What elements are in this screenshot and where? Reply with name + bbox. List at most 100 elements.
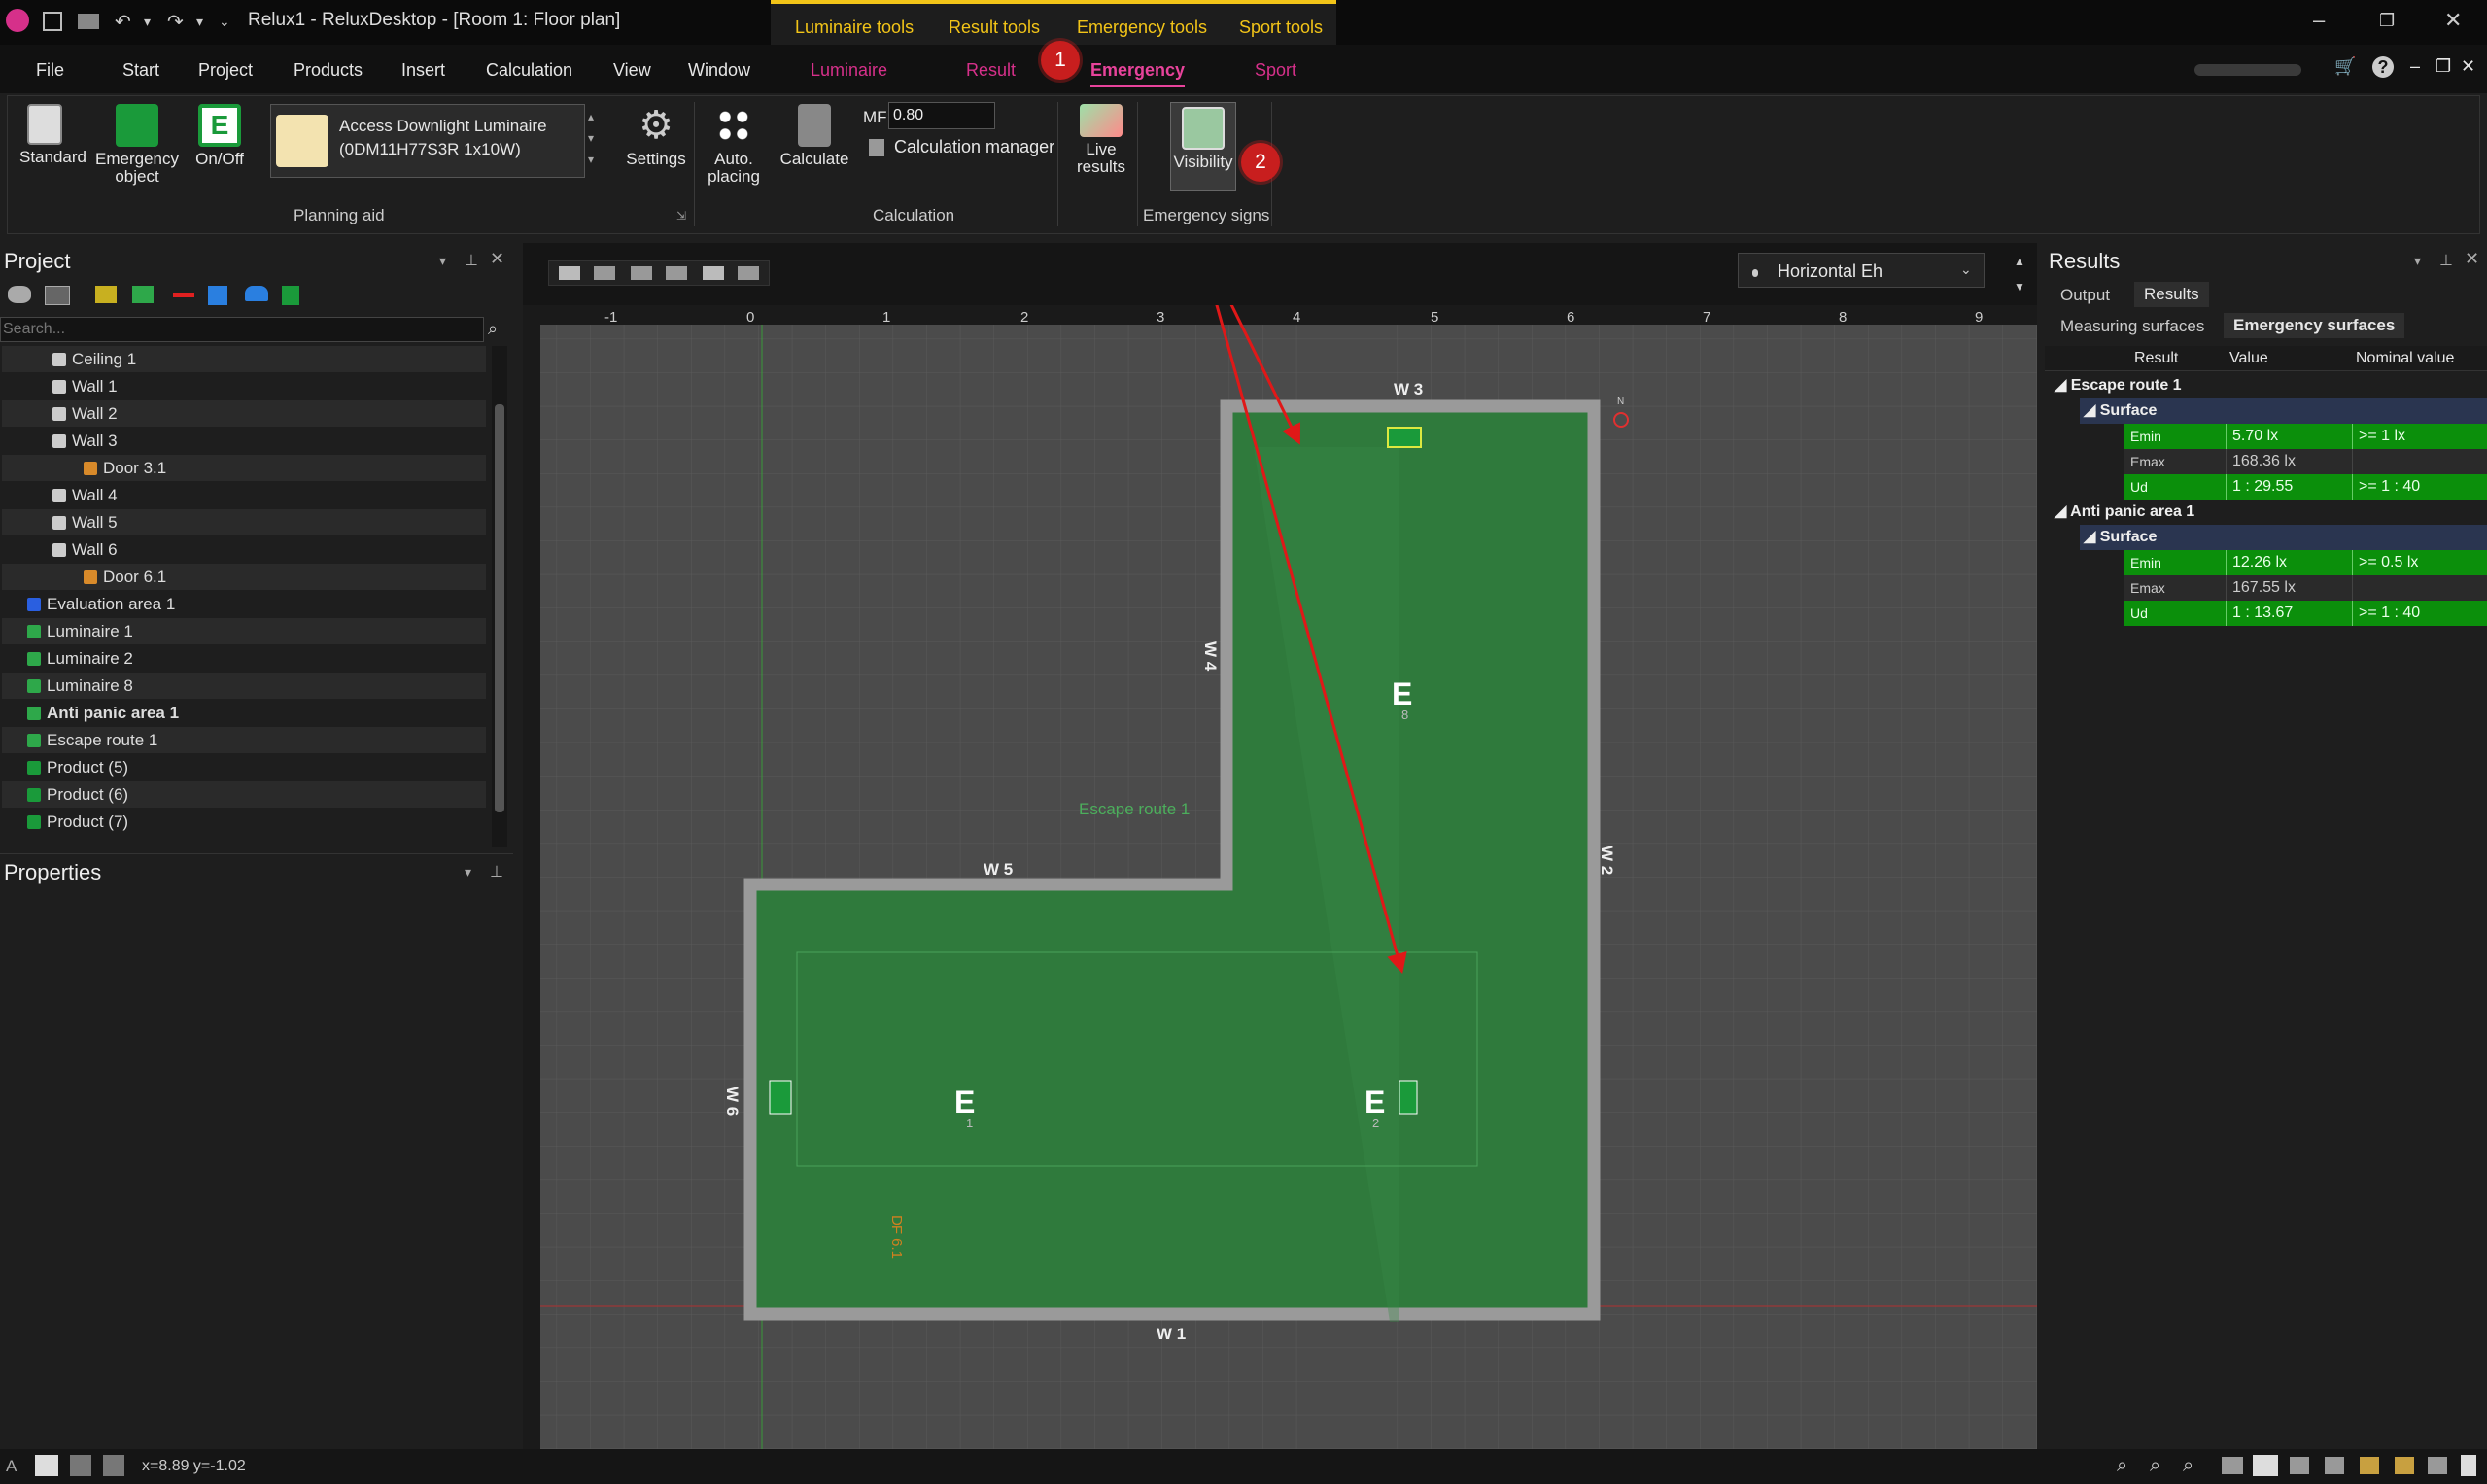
visibility-button[interactable]: Visibility xyxy=(1170,102,1236,191)
tree-item[interactable]: Wall 6 xyxy=(2,536,486,563)
close-panel-icon[interactable]: ✕ xyxy=(2465,249,2479,269)
hatch2-view-icon[interactable] xyxy=(631,266,652,280)
menu-calculation[interactable]: Calculation xyxy=(486,60,572,81)
zoom-out-icon[interactable]: ⌕ xyxy=(2183,1455,2193,1477)
exit-icon[interactable] xyxy=(282,286,299,305)
document-icon[interactable] xyxy=(2461,1455,2476,1476)
view-front-icon[interactable] xyxy=(2290,1457,2309,1474)
exit-sign-luminaire-1[interactable]: E xyxy=(954,1085,975,1120)
help-icon[interactable]: ? xyxy=(2372,56,2394,78)
standard-button[interactable]: Standard xyxy=(19,104,86,166)
tree-scrollbar[interactable] xyxy=(492,346,507,847)
scroll-thumb[interactable] xyxy=(495,404,504,812)
zoom-window-icon[interactable]: ⌕ xyxy=(2117,1455,2127,1477)
tree-item[interactable]: Evaluation area 1 xyxy=(2,591,486,617)
grid-toggle-icon[interactable] xyxy=(35,1455,58,1476)
view-iso3-icon[interactable] xyxy=(2428,1457,2447,1474)
ribbon-restore-icon[interactable]: ❐ xyxy=(2435,56,2451,77)
customize-icon[interactable]: ⌄ xyxy=(219,14,230,30)
red-line-icon[interactable] xyxy=(173,293,194,297)
tree-item[interactable]: Luminaire 1 xyxy=(2,618,486,644)
panel-menu-icon[interactable]: ▾ xyxy=(439,253,446,269)
subtab-measuring-surfaces[interactable]: Measuring surfaces xyxy=(2060,317,2204,336)
pin-icon[interactable]: ⊥ xyxy=(465,251,478,270)
ribbon-close-icon[interactable]: ✕ xyxy=(2461,56,2475,77)
redo-dropdown-icon[interactable]: ▾ xyxy=(196,14,203,30)
tree-item[interactable]: Product (7) xyxy=(2,809,486,835)
tab-sport[interactable]: Sport xyxy=(1255,60,1296,81)
emergency-object-button[interactable]: Emergency object xyxy=(95,104,179,186)
tree-item[interactable]: Wall 3 xyxy=(2,428,486,454)
calculate-button[interactable]: Calculate xyxy=(777,104,851,168)
auto-placing-button[interactable]: Auto. placing xyxy=(702,104,766,186)
tree-item[interactable]: Wall 1 xyxy=(2,373,486,399)
tab-results[interactable]: Results xyxy=(2134,282,2209,307)
panel-menu-icon[interactable]: ▾ xyxy=(465,864,471,880)
tree-item[interactable]: Wall 5 xyxy=(2,509,486,535)
tree-item[interactable]: Escape route 1 xyxy=(2,727,486,753)
floor-plan-canvas[interactable]: -1 0 1 2 3 4 5 6 7 8 9 W 1 W 2 W 3 W 4 W… xyxy=(523,305,2037,1449)
close-button[interactable]: ✕ xyxy=(2444,8,2462,33)
ribbon-minimize-icon[interactable]: – xyxy=(2410,56,2420,77)
slope-view-icon[interactable] xyxy=(703,266,724,280)
menu-window[interactable]: Window xyxy=(688,60,750,81)
menu-file[interactable]: File xyxy=(36,60,64,81)
tree-item[interactable]: Luminaire 2 xyxy=(2,645,486,672)
menu-view[interactable]: View xyxy=(613,60,651,81)
tab-luminaire[interactable]: Luminaire xyxy=(811,60,887,81)
tree-item[interactable]: Product (6) xyxy=(2,781,486,808)
text-tool-icon[interactable]: A xyxy=(6,1457,17,1476)
tree-item[interactable]: Product (5) xyxy=(2,754,486,780)
exit-sign-luminaire-8[interactable]: E xyxy=(1392,676,1412,711)
view-iso-icon[interactable] xyxy=(2360,1457,2379,1474)
tree-item[interactable]: Ceiling 1 xyxy=(2,346,486,372)
tab-emergency[interactable]: Emergency xyxy=(1090,60,1186,87)
tree-item[interactable]: Wall 2 xyxy=(2,400,486,427)
pin-icon[interactable]: ⊥ xyxy=(2439,251,2453,270)
green-lines-icon[interactable] xyxy=(132,286,154,303)
exit-sign-east[interactable] xyxy=(1399,1080,1418,1115)
project-search-input[interactable] xyxy=(0,317,484,342)
close-panel-icon[interactable]: ✕ xyxy=(490,249,504,269)
result-group[interactable]: ◢ Escape route 1 xyxy=(2055,373,2182,398)
result-mode-select[interactable]: Horizontal Eh ⌄ xyxy=(1738,253,1985,288)
view-scroll-icon[interactable]: ▲ ▼ xyxy=(2014,249,2025,299)
chart-toggle-icon[interactable] xyxy=(70,1455,91,1476)
panel-menu-icon[interactable]: ▾ xyxy=(2414,253,2421,269)
minimize-button[interactable]: – xyxy=(2313,8,2325,33)
restore-button[interactable]: ❐ xyxy=(2379,11,2395,31)
menu-insert[interactable]: Insert xyxy=(401,60,445,81)
camera-icon[interactable] xyxy=(245,286,268,301)
calc-manager-button[interactable]: Calculation manager xyxy=(894,137,1054,157)
dialog-launcher-icon[interactable]: ⇲ xyxy=(676,209,686,223)
surface-icon[interactable] xyxy=(45,286,70,305)
result-surface[interactable]: ◢ Surface xyxy=(2080,398,2487,424)
menu-start[interactable]: Start xyxy=(122,60,159,81)
shade-view-icon[interactable] xyxy=(738,266,759,280)
image-toggle-icon[interactable] xyxy=(103,1455,124,1476)
pin-icon[interactable]: ⊥ xyxy=(490,862,503,881)
tab-output[interactable]: Output xyxy=(2060,286,2110,305)
tree-item[interactable]: Wall 4 xyxy=(2,482,486,508)
redo-icon[interactable]: ↷ xyxy=(167,10,184,34)
result-group[interactable]: ◢ Anti panic area 1 xyxy=(2055,500,2194,525)
view-iso2-icon[interactable] xyxy=(2395,1457,2414,1474)
mf-input[interactable] xyxy=(888,102,995,129)
cube-icon[interactable] xyxy=(208,286,227,305)
tree-item[interactable]: Luminaire 8 xyxy=(2,673,486,699)
cart-icon[interactable]: 🛒 xyxy=(2334,56,2356,77)
search-icon[interactable]: ⌕ xyxy=(488,319,498,339)
live-results-button[interactable]: Live results xyxy=(1067,104,1135,176)
undo-icon[interactable]: ↶ xyxy=(115,10,131,34)
view-3d-icon[interactable] xyxy=(2222,1457,2243,1474)
exit-sign-luminaire-2[interactable]: E xyxy=(1364,1085,1385,1120)
layers-icon[interactable] xyxy=(8,286,31,303)
exit-sign-north[interactable] xyxy=(1387,427,1422,448)
settings-button[interactable]: ⚙ Settings xyxy=(624,104,688,168)
menu-products[interactable]: Products xyxy=(294,60,363,81)
view-side-icon[interactable] xyxy=(2325,1457,2344,1474)
tree-item[interactable]: Anti panic area 1 xyxy=(2,700,486,726)
undo-dropdown-icon[interactable]: ▾ xyxy=(144,14,151,30)
view-plan-icon[interactable] xyxy=(2253,1455,2278,1476)
tab-result[interactable]: Result xyxy=(966,60,1016,81)
